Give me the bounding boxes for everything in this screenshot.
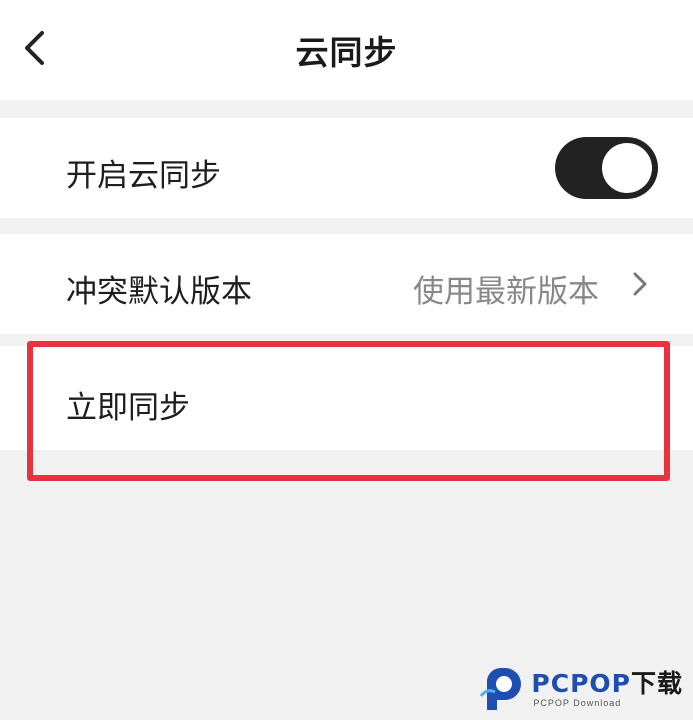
top-bar: 云同步	[0, 0, 693, 100]
cloud-sync-settings-page: 云同步 开启云同步 冲突默认版本 使用最新版本 立即同步 PCPOP下载 PCP…	[0, 0, 693, 720]
chevron-right-icon	[633, 272, 647, 296]
cloud-sync-toggle[interactable]	[555, 137, 658, 199]
pcpop-logo-icon	[480, 667, 522, 710]
watermark-brand: PCPOP下载	[531, 668, 683, 698]
conflict-default-version-row[interactable]: 冲突默认版本 使用最新版本	[0, 234, 693, 334]
conflict-default-label: 冲突默认版本	[66, 274, 252, 310]
watermark: PCPOP下载 PCPOP Download	[479, 666, 683, 712]
cloud-sync-label: 开启云同步	[66, 158, 221, 194]
watermark-subtitle: PCPOP Download	[533, 697, 622, 708]
conflict-default-value: 使用最新版本	[413, 274, 599, 310]
highlight-box	[27, 341, 670, 481]
toggle-knob	[602, 143, 652, 193]
page-title: 云同步	[295, 33, 398, 72]
